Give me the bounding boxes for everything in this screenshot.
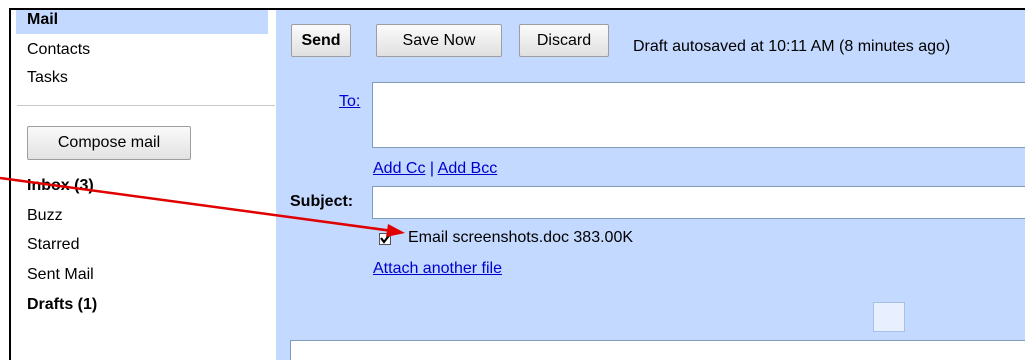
compose-panel [276, 10, 1025, 360]
attach-another-file-link[interactable]: Attach another file [373, 260, 502, 278]
sidebar-divider [17, 105, 275, 106]
folder-buzz[interactable]: Buzz [27, 207, 63, 225]
folder-inbox[interactable]: Inbox (3) [27, 177, 94, 195]
add-cc-link[interactable]: Add Cc [373, 160, 425, 177]
nav-contacts[interactable]: Contacts [27, 41, 90, 59]
attachment-filename: Email screenshots.doc 383.00K [408, 229, 634, 246]
to-field[interactable] [372, 82, 1025, 148]
nav-tasks[interactable]: Tasks [27, 69, 68, 87]
discard-button[interactable]: Discard [519, 24, 609, 57]
compose-mail-button[interactable]: Compose mail [27, 126, 191, 160]
folder-drafts[interactable]: Drafts (1) [27, 296, 97, 314]
cc-bcc-separator: | [429, 160, 435, 177]
message-body-field[interactable] [290, 340, 1025, 360]
attachment-checkbox[interactable] [379, 232, 392, 245]
subject-label: Subject: [290, 193, 354, 210]
subject-field[interactable] [372, 186, 1025, 219]
folder-starred[interactable]: Starred [27, 236, 79, 254]
autosave-status: Draft autosaved at 10:11 AM (8 minutes a… [633, 38, 951, 55]
toolbar-placeholder-square [873, 302, 905, 332]
save-now-button[interactable]: Save Now [376, 24, 502, 57]
cc-bcc-row: Add Cc | Add Bcc [373, 160, 497, 178]
to-label-link[interactable]: To: [339, 93, 360, 111]
checkmark-icon [380, 232, 392, 244]
folder-sent-mail[interactable]: Sent Mail [27, 266, 94, 284]
add-bcc-link[interactable]: Add Bcc [438, 160, 498, 177]
nav-mail[interactable]: Mail [27, 11, 58, 29]
send-button[interactable]: Send [291, 24, 351, 57]
